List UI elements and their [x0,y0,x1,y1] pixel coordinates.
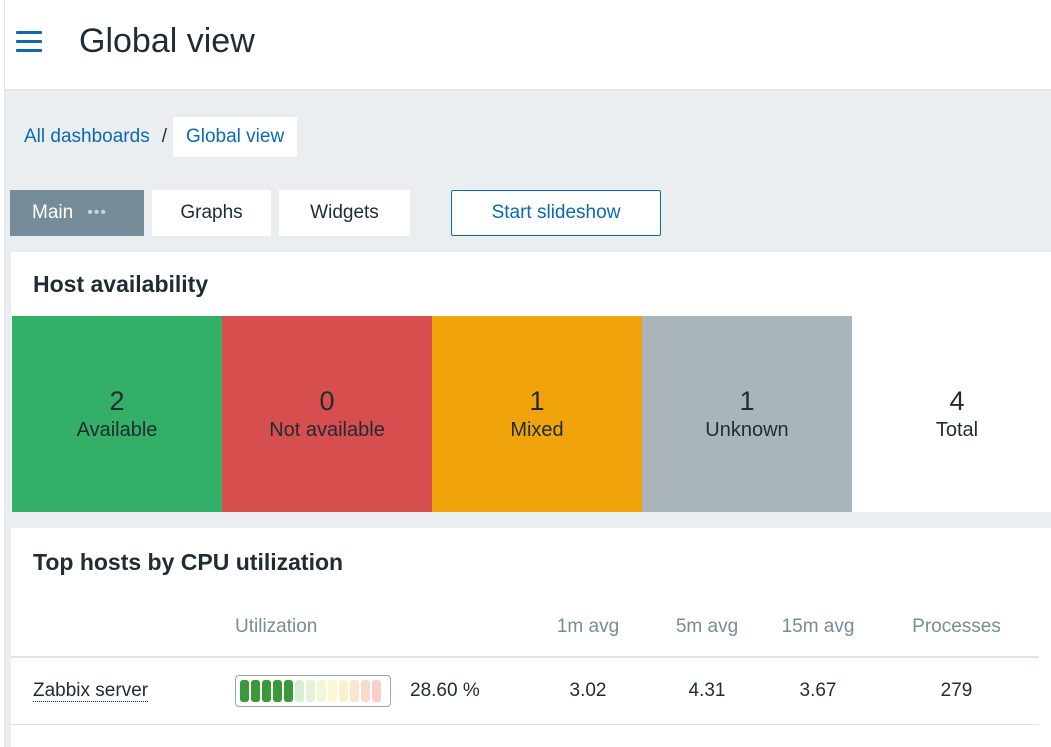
utilization-meter-segment [328,680,337,702]
utilization-meter-segment [306,680,315,702]
tab-main[interactable]: Main ••• [10,190,144,236]
utilization-meter-segment [372,680,381,702]
processes-value: 279 [940,680,973,701]
column-processes: Processes [912,616,1001,637]
availability-row: 2 Available 0 Not available 1 Mixed 1 Un… [12,316,1051,512]
more-options-icon[interactable]: ••• [87,204,107,222]
host-link[interactable]: Zabbix server [33,680,149,702]
available-label: Available [76,419,158,441]
utilization-meter-segment [240,680,249,702]
tab-graphs[interactable]: Graphs [152,190,271,236]
not-available-label: Not available [269,419,385,441]
top-hosts-widget: Top hosts by CPU utilization Utilization… [11,528,1051,747]
column-1m-avg: 1m avg [556,616,620,637]
availability-total: 4 Total [852,316,1051,512]
total-label: Total [935,419,979,441]
utilization-value: 28.60 % [410,680,480,701]
top-hosts-title: Top hosts by CPU utilization [33,549,344,575]
utilization-meter-segment [284,680,293,702]
column-15m-avg: 15m avg [781,616,855,637]
total-count: 4 [949,386,965,416]
utilization-meter-segment [273,680,282,702]
breadcrumb-separator: / [161,126,167,147]
utilization-meter-segment [350,680,359,702]
table-header-row: Utilization 1m avg 5m avg 15m avg Proces… [11,598,1039,657]
mixed-count: 1 [529,386,545,416]
host-availability-title: Host availability [33,271,209,297]
table-row: Zabbix server 28.60 % 3.02 4.31 3.67 279 [11,657,1039,725]
avg-5m-value: 4.31 [688,680,726,701]
utilization-meter-segment [317,680,326,702]
hamburger-menu-icon[interactable] [16,31,42,53]
unknown-label: Unknown [705,419,789,441]
utilization-meter-segment [295,680,304,702]
utilization-meter-segment [262,680,271,702]
sidebar-edge [0,0,5,747]
available-count: 2 [109,386,125,416]
top-hosts-table: Utilization 1m avg 5m avg 15m avg Proces… [11,598,1039,725]
avg-1m-value: 3.02 [569,680,607,701]
utilization-meter [235,675,391,707]
availability-not-available[interactable]: 0 Not available [222,316,432,512]
dashboard-tabs: Main ••• Graphs Widgets [10,190,418,236]
start-slideshow-button[interactable]: Start slideshow [451,190,661,236]
tab-main-label: Main [32,202,74,223]
utilization-meter-segment [251,680,260,702]
avg-15m-value: 3.67 [799,680,837,701]
host-availability-widget: Host availability 2 Available 0 Not avai… [11,252,1051,512]
page-title: Global view [79,22,255,60]
tab-widgets[interactable]: Widgets [279,190,410,236]
mixed-label: Mixed [510,419,564,441]
availability-mixed[interactable]: 1 Mixed [432,316,642,512]
column-5m-avg: 5m avg [675,616,739,637]
utilization-meter-segment [361,680,370,702]
breadcrumb-current[interactable]: Global view [172,117,298,157]
unknown-count: 1 [739,386,755,416]
breadcrumb: All dashboards / Global view [24,116,298,158]
column-utilization: Utilization [235,616,318,637]
utilization-meter-segment [339,680,348,702]
availability-available[interactable]: 2 Available [12,316,222,512]
breadcrumb-all-dashboards[interactable]: All dashboards [24,126,150,148]
availability-unknown[interactable]: 1 Unknown [642,316,852,512]
not-available-count: 0 [319,386,335,416]
page-header: Global view [5,0,1051,90]
